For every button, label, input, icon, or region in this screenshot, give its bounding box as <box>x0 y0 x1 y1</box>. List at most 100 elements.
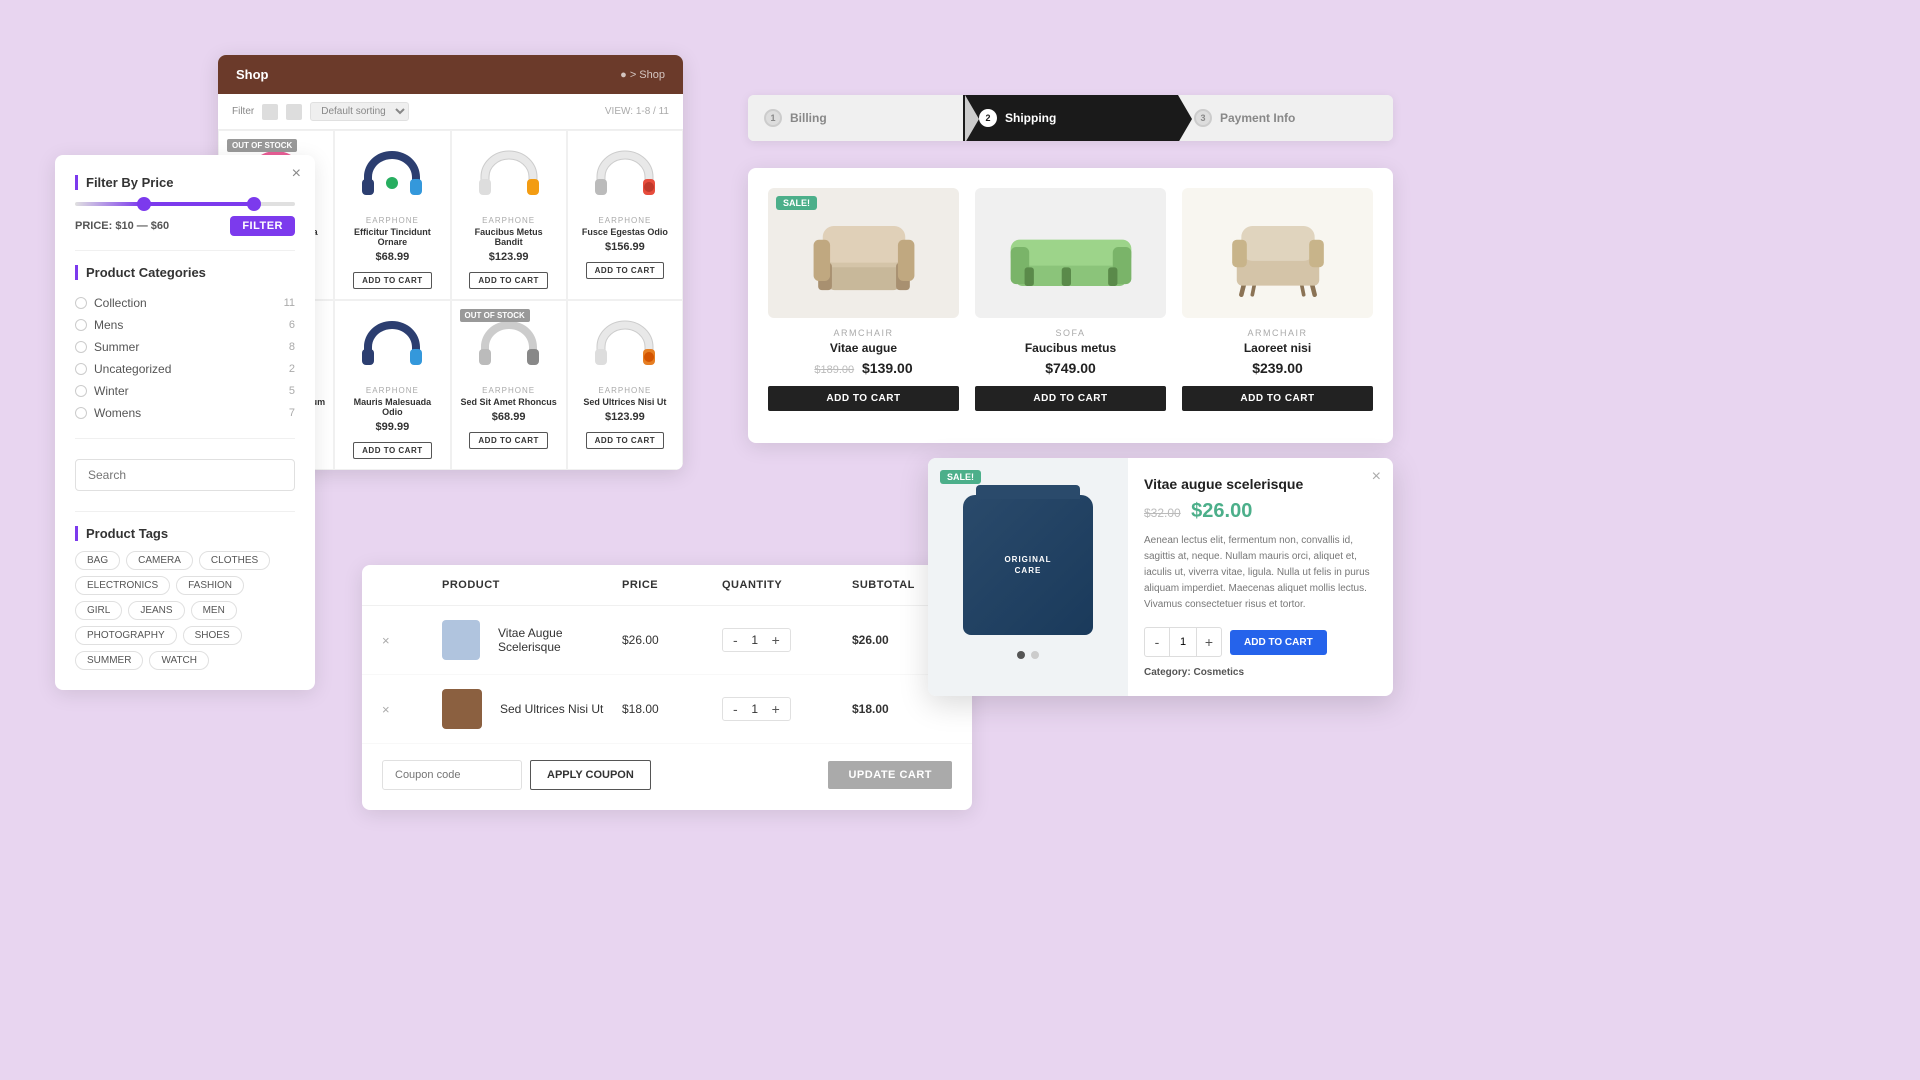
step-billing[interactable]: 1 Billing <box>748 95 963 141</box>
furniture-image-armchair2 <box>1182 188 1373 318</box>
quantity-value: 1 <box>746 633 764 647</box>
tag-fashion[interactable]: FASHION <box>176 576 244 595</box>
quickview-title: Vitae augue scelerisque <box>1144 476 1357 492</box>
apply-coupon-button[interactable]: APPLY COUPON <box>530 760 651 790</box>
cart-panel: PRODUCT PRICE QUANTITY SUBTOTAL × Vitae … <box>362 565 972 810</box>
product-name: Faucibus Metus Bandit <box>460 227 558 247</box>
tag-clothes[interactable]: CLOTHES <box>199 551 270 570</box>
product-action-button[interactable]: ADD TO CART <box>353 272 431 289</box>
step-label-shipping: Shipping <box>1005 111 1056 125</box>
price-label: PRICE: $10 — $60 <box>75 220 169 232</box>
quickview-add-to-cart-button[interactable]: ADD TO CART <box>1230 630 1327 655</box>
tag-photography[interactable]: PHOTOGRAPHY <box>75 626 177 645</box>
tag-jeans[interactable]: JEANS <box>128 601 184 620</box>
search-input[interactable] <box>75 459 295 491</box>
step-shipping[interactable]: 2 Shipping <box>963 95 1178 141</box>
cart-item-name: Vitae Augue Scelerisque <box>498 626 622 654</box>
quickview-actions: - 1 + ADD TO CART <box>1144 627 1377 657</box>
tag-watch[interactable]: WATCH <box>149 651 209 670</box>
shop-title: Shop <box>236 67 269 82</box>
tag-girl[interactable]: GIRL <box>75 601 122 620</box>
list-item[interactable]: Womens7 <box>75 402 295 424</box>
product-action-button[interactable]: ADD TO CART <box>353 442 431 459</box>
tag-men[interactable]: MEN <box>191 601 237 620</box>
furniture-add-to-cart-button[interactable]: ADD TO CART <box>975 386 1166 411</box>
furniture-item: SALE! ARMCHAIR Vitae augue $189.00 $139.… <box>768 188 959 411</box>
tag-bag[interactable]: BAG <box>75 551 120 570</box>
headphone-icon <box>473 317 545 375</box>
price-range-bar[interactable] <box>75 202 295 206</box>
headphone-icon <box>356 317 428 375</box>
furniture-add-to-cart-button[interactable]: ADD TO CART <box>1182 386 1373 411</box>
list-view-icon[interactable] <box>286 104 302 120</box>
tag-shoes[interactable]: SHOES <box>183 626 242 645</box>
product-card: OUT OF STOCK EARPHONE Sed Sit Amet Rhonc… <box>451 300 567 470</box>
quantity-decrease-button[interactable]: - <box>731 632 740 648</box>
quickview-category: Category: Cosmetics <box>1144 667 1377 678</box>
quickview-qty-increase[interactable]: + <box>1197 628 1221 656</box>
coupon-area: APPLY COUPON <box>382 760 651 790</box>
headphone-icon <box>589 317 661 375</box>
tag-electronics[interactable]: ELECTRONICS <box>75 576 170 595</box>
sale-badge: SALE! <box>940 470 981 484</box>
filter-panel: × Filter By Price PRICE: $10 — $60 FILTE… <box>55 155 315 690</box>
quantity-increase-button[interactable]: + <box>770 632 782 648</box>
grid-view-icon[interactable] <box>262 104 278 120</box>
list-item[interactable]: Collection11 <box>75 292 295 314</box>
step-number-payment: 3 <box>1194 109 1212 127</box>
cart-table-header: PRODUCT PRICE QUANTITY SUBTOTAL <box>362 565 972 606</box>
quantity-decrease-button[interactable]: - <box>731 701 740 717</box>
product-card: EARPHONE Faucibus Metus Bandit $123.99 A… <box>451 130 567 300</box>
price-thumb-left[interactable] <box>137 197 151 211</box>
step-payment[interactable]: 3 Payment Info <box>1178 95 1393 141</box>
price-label-row: PRICE: $10 — $60 FILTER <box>75 216 295 236</box>
product-action-button[interactable]: ADD TO CART <box>586 262 664 279</box>
product-action-button[interactable]: ADD TO CART <box>586 432 664 449</box>
price-thumb-right[interactable] <box>247 197 261 211</box>
tag-summer[interactable]: SUMMER <box>75 651 143 670</box>
current-price: $139.00 <box>862 360 913 376</box>
sort-select[interactable]: Default sorting <box>310 102 409 121</box>
tag-camera[interactable]: CAMERA <box>126 551 193 570</box>
armchair2-svg <box>1223 206 1333 301</box>
cart-item-image <box>442 689 482 729</box>
quantity-value: 1 <box>746 702 764 716</box>
furniture-image-armchair1: SALE! <box>768 188 959 318</box>
remove-item-button[interactable]: × <box>382 702 442 717</box>
coupon-input[interactable] <box>382 760 522 790</box>
sofa-svg <box>1006 211 1136 296</box>
product-category: EARPHONE <box>460 386 558 395</box>
furniture-add-to-cart-button[interactable]: ADD TO CART <box>768 386 959 411</box>
list-item[interactable]: Summer8 <box>75 336 295 358</box>
remove-item-button[interactable]: × <box>382 633 442 648</box>
categories-list: Collection11 Mens6 Summer8 Uncategorized… <box>75 292 295 424</box>
product-category: EARPHONE <box>343 386 441 395</box>
col-product: PRODUCT <box>442 579 622 591</box>
carousel-dot-2[interactable] <box>1031 651 1039 659</box>
product-price: $156.99 <box>576 241 674 253</box>
product-action-button[interactable]: ADD TO CART <box>469 272 547 289</box>
furniture-item: ARMCHAIR Laoreet nisi $239.00 ADD TO CAR… <box>1182 188 1373 411</box>
list-item[interactable]: Uncategorized2 <box>75 358 295 380</box>
quickview-qty-decrease[interactable]: - <box>1145 628 1169 656</box>
filter-button[interactable]: FILTER <box>230 216 295 236</box>
product-name: Sed Sit Amet Rhoncus <box>460 397 558 407</box>
out-of-stock-badge: OUT OF STOCK <box>460 309 530 322</box>
cart-item-info: Sed Ultrices Nisi Ut <box>442 689 622 729</box>
furniture-name: Vitae augue <box>768 341 959 355</box>
carousel-dot-1[interactable] <box>1017 651 1025 659</box>
quantity-increase-button[interactable]: + <box>770 701 782 717</box>
current-price: $239.00 <box>1252 360 1303 376</box>
list-item[interactable]: Mens6 <box>75 314 295 336</box>
quickview-close-icon[interactable]: × <box>1372 468 1381 486</box>
step-number-billing: 1 <box>764 109 782 127</box>
checkout-steps: 1 Billing 2 Shipping 3 Payment Info <box>748 95 1393 141</box>
product-card: EARPHONE Fusce Egestas Odio $156.99 ADD … <box>567 130 683 300</box>
quickview-panel: SALE! ORIGINAL CARE × Vitae augue sceler… <box>928 458 1393 696</box>
furniture-type: SOFA <box>975 328 1166 338</box>
shop-toolbar: Filter Default sorting VIEW: 1-8 / 11 <box>218 94 683 130</box>
update-cart-button[interactable]: UPDATE CART <box>828 761 952 789</box>
product-action-button[interactable]: ADD TO CART <box>469 432 547 449</box>
list-item[interactable]: Winter5 <box>75 380 295 402</box>
filter-close-icon[interactable]: × <box>292 165 301 183</box>
